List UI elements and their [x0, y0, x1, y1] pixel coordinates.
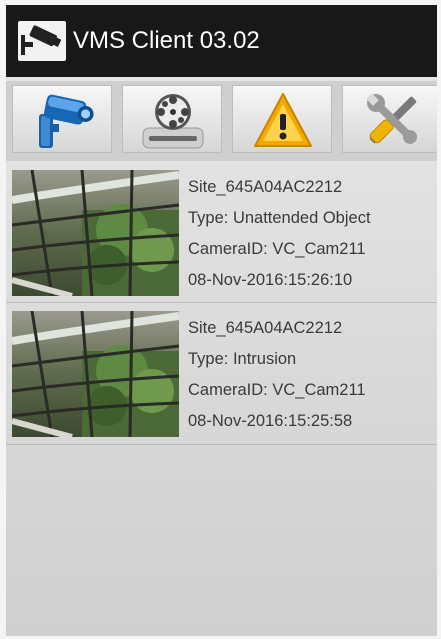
- event-details: Site_645A04AC2212 Type: Unattended Objec…: [188, 176, 371, 300]
- settings-button[interactable]: [342, 85, 437, 153]
- warning-triangle-icon: [254, 93, 312, 147]
- event-list: Site_645A04AC2212 Type: Unattended Objec…: [6, 162, 437, 445]
- title-bar: VMS Client 03.02: [6, 5, 437, 77]
- camera-snapshot: [12, 311, 179, 437]
- list-item[interactable]: Site_645A04AC2212 Type: Intrusion Camera…: [6, 303, 437, 445]
- list-item[interactable]: Site_645A04AC2212 Type: Unattended Objec…: [6, 162, 437, 303]
- app-window: VMS Client 03.02 Site_645A04AC2212 Type:…: [6, 5, 437, 636]
- camera-icon: [18, 21, 66, 61]
- site-id: Site_645A04AC2212: [188, 319, 343, 337]
- event-timestamp: 08-Nov-2016:15:26:10: [188, 271, 353, 289]
- camera-id: CameraID: VC_Cam211: [188, 381, 366, 399]
- security-camera-icon: [39, 94, 94, 148]
- tools-icon: [366, 93, 417, 144]
- film-reel-icon: [142, 94, 204, 149]
- site-id: Site_645A04AC2212: [188, 178, 343, 196]
- alarms-button[interactable]: [232, 85, 332, 153]
- event-type: Type: Intrusion: [188, 350, 297, 368]
- event-type: Type: Unattended Object: [188, 209, 371, 227]
- app-title: VMS Client 03.02: [73, 27, 260, 54]
- event-timestamp: 08-Nov-2016:15:25:58: [188, 412, 353, 430]
- toolbar: [6, 81, 437, 161]
- camera-snapshot: [12, 170, 179, 296]
- event-details: Site_645A04AC2212 Type: Intrusion Camera…: [188, 317, 366, 441]
- live-camera-button[interactable]: [12, 85, 112, 153]
- playback-button[interactable]: [122, 85, 222, 153]
- camera-id: CameraID: VC_Cam211: [188, 240, 366, 258]
